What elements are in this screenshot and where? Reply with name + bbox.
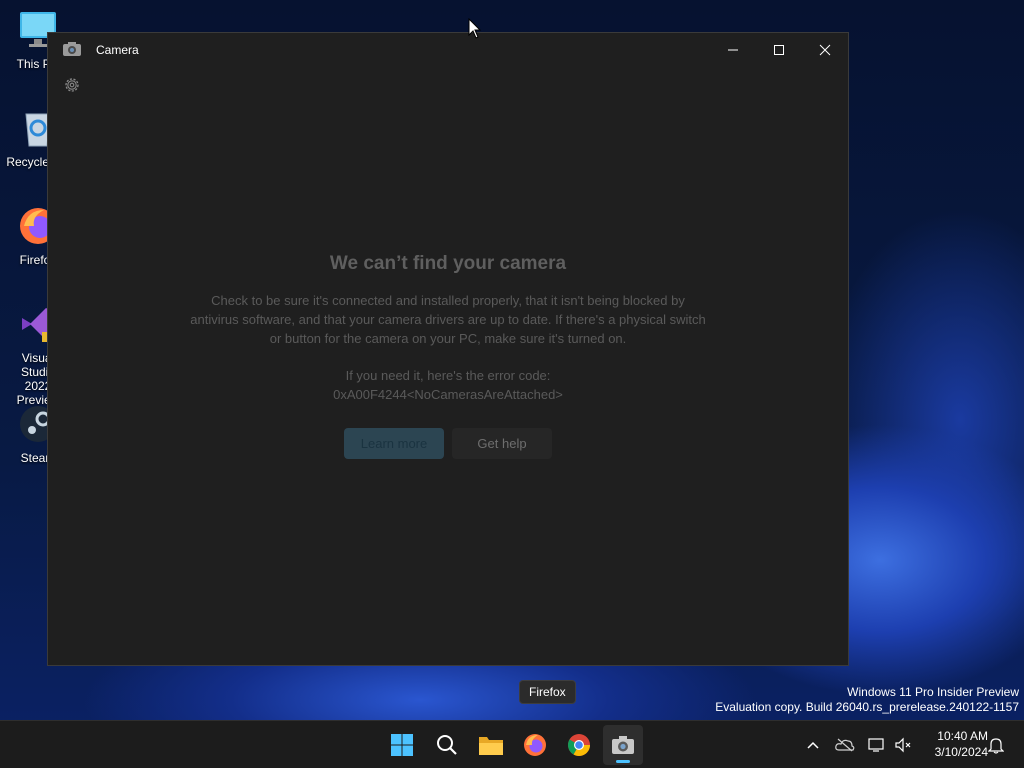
onedrive-tray-button[interactable] xyxy=(835,735,855,755)
network-tray-button[interactable] xyxy=(867,735,887,755)
volume-tray-button[interactable] xyxy=(893,735,913,755)
taskbar-tooltip: Firefox xyxy=(519,680,576,704)
clock-time: 10:40 AM xyxy=(937,729,988,743)
error-code-block: If you need it, here's the error code: 0… xyxy=(48,366,848,404)
title-bar[interactable]: Camera xyxy=(48,33,848,67)
notifications-button[interactable] xyxy=(986,735,1006,755)
watermark-line1: Windows 11 Pro Insider Preview xyxy=(847,685,1019,699)
camera-icon xyxy=(612,736,634,754)
settings-gear-icon[interactable] xyxy=(63,76,81,94)
chevron-up-icon xyxy=(807,741,819,749)
error-panel: We can’t find your camera Check to be su… xyxy=(48,253,848,459)
close-icon xyxy=(819,44,831,56)
clock-date: 3/10/2024 xyxy=(934,745,988,759)
onedrive-offline-icon xyxy=(835,738,855,752)
error-actions: Learn more Get help xyxy=(48,428,848,459)
show-hidden-icons-button[interactable] xyxy=(803,735,823,755)
maximize-button[interactable] xyxy=(756,33,802,67)
taskbar-camera[interactable] xyxy=(603,725,643,765)
watermark-line2: Evaluation copy. Build 26040.rs_prerelea… xyxy=(715,700,1019,714)
speaker-muted-icon xyxy=(895,737,911,753)
search-icon xyxy=(437,735,457,755)
get-help-button[interactable]: Get help xyxy=(452,428,552,459)
file-explorer-icon xyxy=(479,737,503,755)
error-description: Check to be sure it's connected and inst… xyxy=(190,293,706,346)
mouse-cursor-icon xyxy=(468,18,482,39)
window-title: Camera xyxy=(96,43,139,57)
start-button[interactable] xyxy=(382,725,422,765)
active-app-indicator xyxy=(616,760,630,763)
error-code-intro: If you need it, here's the error code: xyxy=(345,368,551,383)
error-code: 0xA00F4244<NoCamerasAreAttached> xyxy=(333,387,563,402)
taskbar: 10:40 AM 3/10/2024 xyxy=(0,720,1024,768)
windows-start-icon xyxy=(391,734,413,756)
chrome-icon xyxy=(568,734,590,756)
taskbar-firefox[interactable] xyxy=(515,725,555,765)
taskbar-search-button[interactable] xyxy=(427,725,467,765)
taskbar-clock[interactable]: 10:40 AM 3/10/2024 xyxy=(918,728,988,760)
evaluation-watermark: Windows 11 Pro Insider Preview Evaluatio… xyxy=(715,685,1019,715)
camera-app-icon xyxy=(63,42,81,56)
learn-more-button[interactable]: Learn more xyxy=(344,428,444,459)
taskbar-file-explorer[interactable] xyxy=(471,725,511,765)
close-button[interactable] xyxy=(802,33,848,67)
network-icon xyxy=(868,738,884,752)
maximize-icon xyxy=(774,45,784,55)
minimize-button[interactable] xyxy=(710,33,756,67)
firefox-icon xyxy=(524,734,546,756)
error-heading: We can’t find your camera xyxy=(329,253,567,274)
bell-icon xyxy=(988,738,1004,754)
camera-window: Camera We can’t find your camera Check t… xyxy=(47,32,849,666)
minimize-icon xyxy=(728,49,738,51)
taskbar-chrome[interactable] xyxy=(559,725,599,765)
